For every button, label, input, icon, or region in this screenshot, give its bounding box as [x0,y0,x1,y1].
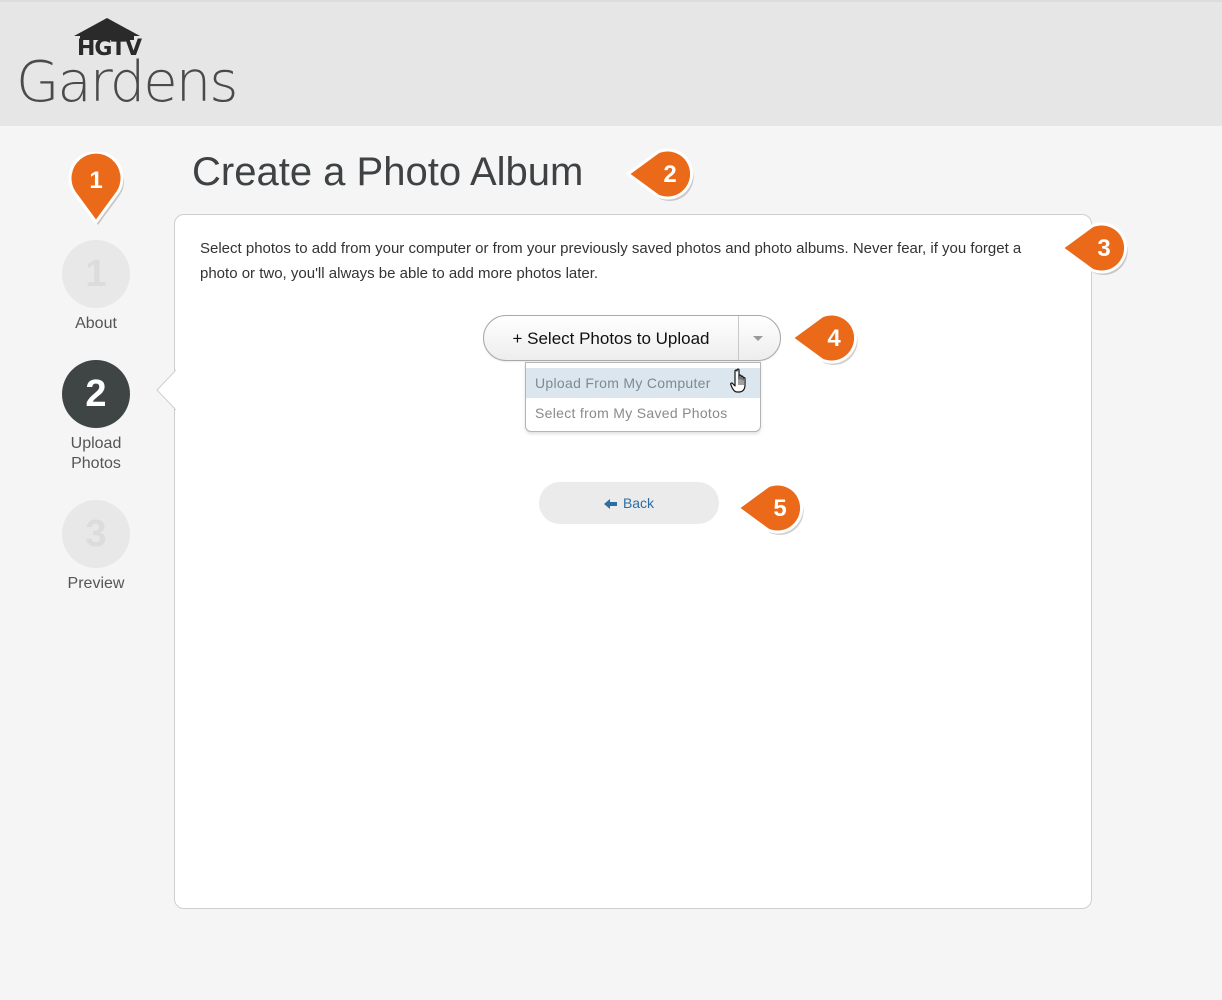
annotation-marker-3: 3 [1060,222,1128,275]
marker-number: 2 [663,161,676,188]
step-label: Preview [67,575,125,592]
back-button[interactable]: Back [539,482,719,524]
marker-number: 3 [1097,235,1110,262]
description-text: Select photos to add from your computer … [200,240,1022,282]
step-label: About [75,315,117,332]
step-number: 1 [62,240,130,308]
select-photos-menu: Upload From My Computer Select from My S… [525,362,761,432]
annotation-marker-5: 5 [736,482,804,535]
step-number: 3 [62,500,130,568]
annotation-marker-4: 4 [790,312,858,365]
menu-item-upload-computer[interactable]: Upload From My Computer [526,368,760,398]
hgtv-gardens-logo[interactable]: HGTV Gardens [16,18,296,118]
step-label: Upload Photos [70,435,122,472]
step-about[interactable]: 1 About [40,240,152,334]
step-preview[interactable]: 3 Preview [40,500,152,594]
annotation-marker-2: 2 [626,148,694,201]
hand-pointer-cursor-icon [730,368,746,393]
select-photos-button[interactable]: + Select Photos to Upload [484,316,739,360]
step-upload-photos[interactable]: 2 Upload Photos [40,360,152,474]
menu-item-saved-photos[interactable]: Select from My Saved Photos [526,398,760,428]
back-button-label: Back [622,495,655,511]
panel-pointer [156,370,176,410]
step-number: 2 [62,360,130,428]
marker-number: 4 [827,325,841,352]
marker-number: 5 [773,495,786,522]
chevron-down-icon [753,336,763,341]
select-dropdown-toggle[interactable] [738,316,780,360]
site-header: HGTV Gardens [0,0,1222,126]
select-photos-split-button: + Select Photos to Upload [483,315,781,361]
page-title: Create a Photo Album [192,150,584,194]
arrow-left-icon [603,499,617,510]
annotation-marker-1: 1 [68,152,124,225]
logo-brand-bottom: Gardens [16,50,238,115]
marker-number: 1 [89,167,102,194]
